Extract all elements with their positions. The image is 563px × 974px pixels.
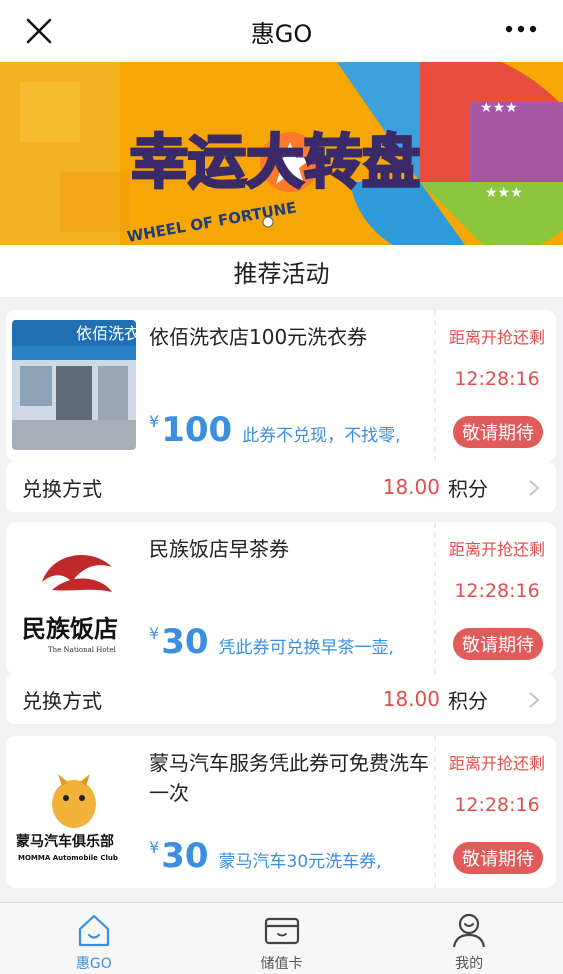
svg-text:民族饭店: 民族饭店 bbox=[22, 614, 118, 643]
points-value: 18.00 bbox=[382, 687, 440, 711]
points-value: 18.00 bbox=[382, 475, 440, 499]
tab-profile[interactable]: 我的 bbox=[375, 903, 563, 974]
coupon-title: 依佰洗衣店100元洗衣券 bbox=[149, 325, 368, 349]
svg-text:★★★: ★★★ bbox=[480, 100, 518, 116]
redeem-label: 兑换方式 bbox=[22, 476, 102, 501]
countdown-timer: 12:28:16 bbox=[454, 368, 540, 390]
coupon-title: 蒙马汽车服务凭此券可免费洗车一次 bbox=[149, 751, 429, 805]
card-icon bbox=[264, 917, 299, 945]
currency-symbol: ¥ bbox=[149, 412, 160, 431]
restaurant-logo: 民族饭店 The National Hotel bbox=[12, 532, 136, 662]
price-amount: 30 bbox=[161, 622, 209, 662]
banner-title: 幸运大转盘 bbox=[130, 128, 420, 196]
tab-home[interactable]: 惠GO bbox=[0, 903, 188, 974]
coming-soon-button[interactable]: 敬请期待 bbox=[453, 628, 543, 660]
bottom-tab-bar: 惠GO 储值卡 我的 bbox=[0, 902, 563, 974]
coming-soon-button[interactable]: 敬请期待 bbox=[453, 416, 543, 448]
chevron-right-icon bbox=[529, 480, 540, 496]
svg-text:The National Hotel: The National Hotel bbox=[48, 646, 117, 654]
coupon-title: 民族饭店早茶券 bbox=[149, 537, 289, 561]
svg-text:依佰洗衣: 依佰洗衣 bbox=[76, 324, 136, 343]
countdown-timer: 12:28:16 bbox=[454, 580, 540, 602]
svg-text:★★★: ★★★ bbox=[485, 185, 523, 201]
card-divider bbox=[434, 522, 436, 674]
card-divider bbox=[434, 736, 436, 888]
coupon-price: ¥ 100 此券不兑现，不找零, bbox=[149, 410, 401, 454]
coupon-price: ¥ 30 凭此券可兑换早茶一壶, bbox=[149, 622, 394, 666]
banner-artwork: 幸运大转盘 WHEEL OF FORTUNE ★★★ ★★★ bbox=[0, 62, 563, 245]
coupon-card[interactable]: 依佰洗衣 依佰洗衣店100元洗衣券 ¥ 100 此券不兑现，不找零, 距离开抢还… bbox=[6, 310, 556, 462]
redeem-row[interactable]: 兑换方式 18.00 积分 bbox=[6, 674, 556, 724]
tab-label: 储值卡 bbox=[260, 956, 303, 972]
carousel-dot-active[interactable] bbox=[262, 216, 274, 228]
coupon-description: 蒙马汽车30元洗车券, bbox=[218, 852, 382, 872]
currency-symbol: ¥ bbox=[149, 624, 160, 643]
coupon-price: ¥ 30 蒙马汽车30元洗车券, bbox=[149, 836, 382, 880]
promo-banner[interactable]: 幸运大转盘 WHEEL OF FORTUNE ★★★ ★★★ bbox=[0, 62, 563, 245]
club-logo: 蒙马汽车俱乐部 MOMMA Automobile Club bbox=[12, 746, 136, 876]
svg-text:蒙马汽车俱乐部: 蒙马汽车俱乐部 bbox=[16, 833, 114, 850]
price-amount: 100 bbox=[161, 410, 233, 450]
home-icon bbox=[78, 914, 109, 947]
coming-soon-button[interactable]: 敬请期待 bbox=[453, 842, 543, 874]
card-divider bbox=[434, 310, 436, 462]
chevron-right-icon bbox=[529, 692, 540, 708]
section-title: 推荐活动 bbox=[0, 245, 563, 297]
more-icon[interactable] bbox=[505, 22, 537, 36]
tab-label: 惠GO bbox=[75, 956, 112, 972]
points-unit: 积分 bbox=[448, 476, 488, 501]
svg-text:MOMMA Automobile Club: MOMMA Automobile Club bbox=[18, 854, 118, 862]
coupon-description: 凭此券可兑换早茶一壶, bbox=[218, 638, 394, 658]
redeem-label: 兑换方式 bbox=[22, 688, 102, 713]
countdown-timer: 12:28:16 bbox=[454, 794, 540, 816]
top-bar: 惠GO bbox=[0, 0, 563, 62]
countdown-label: 距离开抢还剩 bbox=[448, 328, 545, 347]
coupon-card[interactable]: 民族饭店 The National Hotel 民族饭店早茶券 ¥ 30 凭此券… bbox=[6, 522, 556, 674]
points-unit: 积分 bbox=[448, 688, 488, 713]
tab-label: 我的 bbox=[455, 956, 484, 972]
countdown-label: 距离开抢还剩 bbox=[448, 754, 545, 773]
countdown-label: 距离开抢还剩 bbox=[448, 540, 545, 559]
user-icon bbox=[453, 913, 486, 948]
close-icon[interactable] bbox=[24, 16, 54, 46]
page-title: 惠GO bbox=[250, 19, 313, 48]
tab-stored-value-card[interactable]: 储值卡 bbox=[188, 903, 376, 974]
price-amount: 30 bbox=[161, 836, 209, 876]
coupon-card[interactable]: 蒙马汽车俱乐部 MOMMA Automobile Club 蒙马汽车服务凭此券可… bbox=[6, 736, 556, 888]
coupon-description: 此券不兑现，不找零, bbox=[242, 426, 401, 446]
redeem-row[interactable]: 兑换方式 18.00 积分 bbox=[6, 462, 556, 512]
currency-symbol: ¥ bbox=[149, 838, 160, 857]
shop-photo: 依佰洗衣 bbox=[12, 320, 136, 450]
